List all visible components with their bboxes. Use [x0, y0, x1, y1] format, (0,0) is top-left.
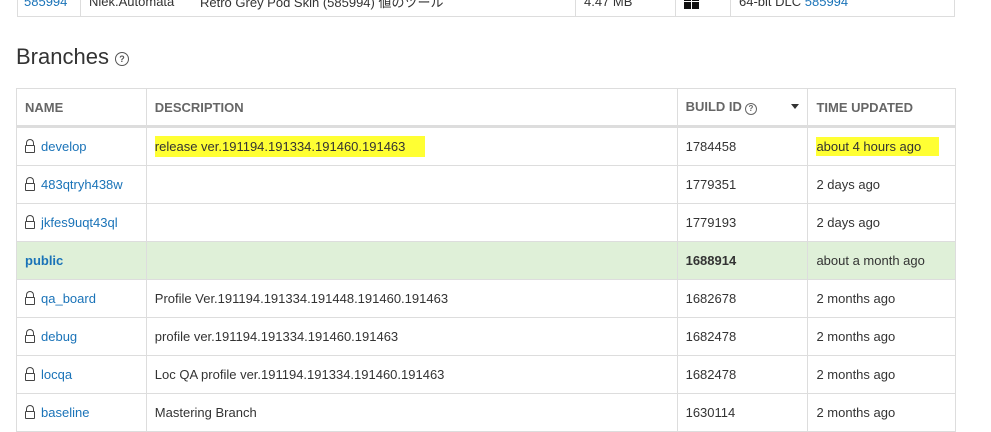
branch-link[interactable]: develop [41, 139, 87, 154]
header-time-updated[interactable]: TIME UPDATED [807, 88, 956, 128]
lock-icon [25, 139, 35, 153]
column-divider [575, 0, 576, 16]
table-row: qa_board Profile Ver.191194.191334.19144… [16, 279, 956, 318]
branch-time-updated: 2 days ago [807, 165, 956, 204]
lock-icon [25, 405, 35, 419]
branch-name-cell: locqa [16, 355, 147, 394]
branch-time-updated: 2 months ago [807, 355, 956, 394]
branch-description [145, 241, 678, 280]
branch-description: Mastering Branch [145, 393, 678, 432]
lock-icon [25, 177, 35, 191]
help-icon[interactable]: ? [114, 51, 129, 66]
branch-build-id: 1682478 [676, 355, 809, 394]
header-name-label: NAME [25, 99, 64, 115]
branch-build-id: 1630114 [676, 393, 809, 432]
table-row: 483qtryh438w 1779351 2 days ago [16, 165, 956, 204]
previous-row-id-link[interactable]: 585994 [24, 0, 67, 16]
branch-description [145, 203, 678, 242]
branch-time-updated: about a month ago [807, 241, 956, 280]
branch-description: profile ver.191194.191334.191460.191463 [145, 317, 678, 356]
previous-table-row: 585994 Niek.Automata Retro Grey Pod Skin… [17, 0, 955, 17]
branch-time-updated: about 4 hours ago [816, 137, 940, 156]
previous-row-size: 4.47 MB [584, 0, 633, 9]
branch-link[interactable]: debug [41, 329, 77, 344]
branch-time-updated: 2 months ago [807, 393, 956, 432]
branch-link[interactable]: baseline [41, 405, 89, 420]
lock-icon [25, 367, 35, 381]
sort-caret-down-icon[interactable] [791, 104, 800, 110]
branch-link[interactable]: jkfes9uqt43ql [41, 215, 118, 230]
column-divider [675, 0, 676, 16]
branch-link[interactable]: locqa [41, 367, 72, 382]
branch-build-id: 1779193 [676, 203, 809, 242]
previous-row-user: Niek.Automata [89, 0, 175, 9]
table-row: baseline Mastering Branch 1630114 2 mont… [16, 393, 956, 432]
header-time-updated-label: TIME UPDATED [816, 99, 913, 115]
branch-link[interactable]: 483qtryh438w [41, 177, 123, 192]
build-type-label: 64-bit DLC [739, 0, 802, 9]
table-row-public: public 1688914 about a month ago [16, 241, 956, 280]
depot-id-link[interactable]: 585994 [24, 0, 67, 9]
branch-name-cell: jkfes9uqt43ql [16, 203, 147, 242]
header-description[interactable]: DESCRIPTION [145, 88, 678, 128]
branch-name-cell: public [16, 241, 147, 280]
header-description-label: DESCRIPTION [154, 99, 244, 115]
branches-title: Branches [16, 44, 109, 69]
branch-time-updated: 2 days ago [807, 203, 956, 242]
table-row: locqa Loc QA profile ver.191194.191334.1… [16, 355, 956, 394]
branch-build-id: 1779351 [676, 165, 809, 204]
lock-icon [25, 329, 35, 343]
help-icon[interactable]: ? [744, 102, 757, 115]
branch-build-id: 1682478 [676, 317, 809, 356]
section-heading: Branches ? [16, 44, 129, 70]
header-build-id-label: BUILD ID [685, 99, 742, 115]
branch-name-cell: debug [16, 317, 147, 356]
table-row: jkfes9uqt43ql 1779193 2 days ago [16, 203, 956, 242]
branch-link[interactable]: public [25, 253, 63, 268]
branch-build-id: 1682678 [676, 279, 809, 318]
branch-name-cell: qa_board [16, 279, 147, 318]
branch-name-cell: baseline [16, 393, 147, 432]
branch-name-cell: develop [16, 126, 147, 166]
lock-icon [25, 291, 35, 305]
branch-time-updated: 2 months ago [807, 317, 956, 356]
branch-link[interactable]: qa_board [41, 291, 96, 306]
branch-description: Loc QA profile ver.191194.191334.191460.… [145, 355, 678, 394]
branches-table: NAME DESCRIPTION BUILD ID? TIME UPDATED … [16, 88, 956, 432]
branch-name-cell: 483qtryh438w [16, 165, 147, 204]
branch-time-updated-cell: about 4 hours ago [807, 126, 956, 166]
column-divider [730, 0, 731, 16]
table-header-row: NAME DESCRIPTION BUILD ID? TIME UPDATED [16, 88, 956, 128]
previous-row-build: 64-bit DLC 585994 [739, 0, 848, 16]
table-row: debug profile ver.191194.191334.191460.1… [16, 317, 956, 356]
branch-build-id: 1688914 [676, 241, 809, 280]
branch-description [145, 165, 678, 204]
branch-time-updated: 2 months ago [807, 279, 956, 318]
build-link[interactable]: 585994 [805, 0, 848, 9]
branch-description: Profile Ver.191194.191334.191448.191460.… [145, 279, 678, 318]
header-name[interactable]: NAME [16, 88, 147, 128]
table-row: develop release ver.191194.191334.191460… [16, 126, 956, 166]
lock-icon [25, 215, 35, 229]
column-divider [80, 0, 81, 16]
branch-description-cell: release ver.191194.191334.191460.191463 [145, 126, 678, 166]
branch-build-id: 1784458 [676, 126, 809, 166]
previous-row-description: Retro Grey Pod Skin (585994) 値のツール [200, 0, 444, 10]
branch-description: release ver.191194.191334.191460.191463 [154, 136, 426, 157]
header-build-id[interactable]: BUILD ID? [676, 88, 809, 128]
windows-icon [684, 0, 699, 16]
